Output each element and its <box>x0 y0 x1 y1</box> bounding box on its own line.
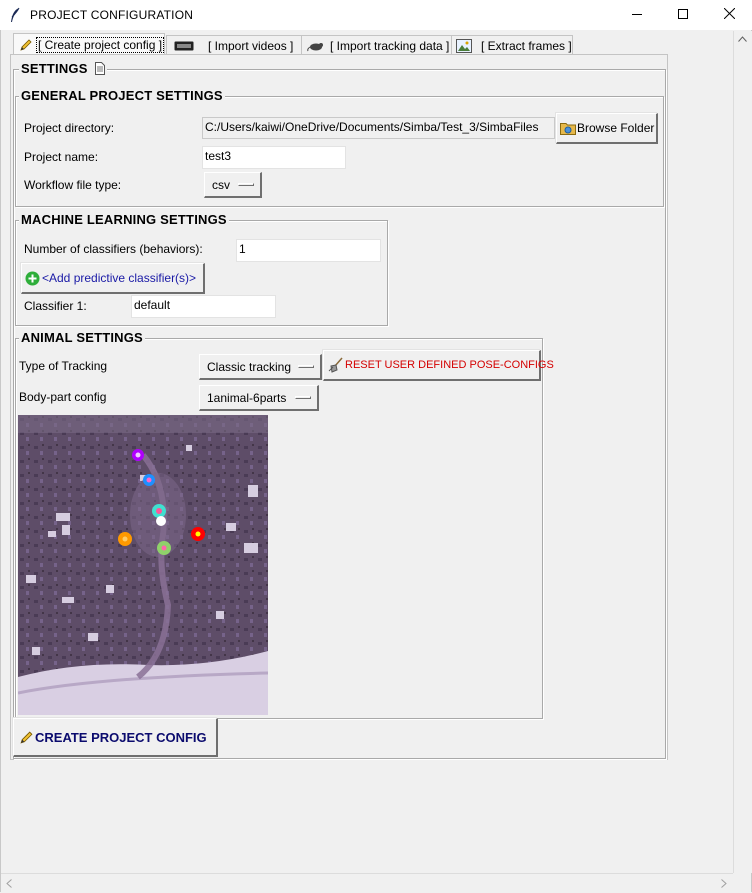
workflow-file-type-value: csv <box>212 177 230 192</box>
vertical-scrollbar[interactable] <box>733 31 752 873</box>
scroll-corner <box>733 873 751 891</box>
horizontal-scrollbar[interactable] <box>1 873 733 892</box>
browse-folder-button[interactable]: Browse Folder <box>556 113 658 144</box>
close-button[interactable] <box>706 0 752 30</box>
mouse-icon <box>307 40 325 52</box>
title-bar: PROJECT CONFIGURATION <box>0 0 752 30</box>
project-directory-label: Project directory: <box>24 121 115 135</box>
project-name-label: Project name: <box>24 150 99 164</box>
tab-import-videos[interactable]: [ Import videos ] <box>166 35 302 55</box>
add-classifier-button[interactable]: <Add predictive classifier(s)> <box>21 263 205 294</box>
pose-preview-image <box>18 415 268 715</box>
body-part-config-dropdown[interactable]: 1animal-6parts <box>199 385 319 411</box>
tab-extract-frames[interactable]: [ Extract frames ] <box>451 35 573 55</box>
reset-pose-configs-button[interactable]: RESET USER DEFINED POSE-CONFIGS <box>323 350 554 381</box>
body-part-config-label: Body-part config <box>19 390 107 404</box>
minimize-icon <box>632 8 642 22</box>
project-name-input[interactable]: test3 <box>202 146 346 169</box>
tracking-type-value: Classic tracking <box>207 359 292 374</box>
ml-settings-title: MACHINE LEARNING SETTINGS <box>19 212 229 227</box>
scroll-right-icon[interactable] <box>721 879 727 891</box>
tab-create-project-config[interactable]: [ Create project config ] <box>13 33 165 55</box>
pencil-icon <box>19 38 33 52</box>
reset-pose-configs-label: RESET USER DEFINED POSE-CONFIGS <box>345 359 554 371</box>
tracking-type-label: Type of Tracking <box>19 359 108 373</box>
animal-settings-title: ANIMAL SETTINGS <box>19 330 145 345</box>
num-classifiers-input[interactable]: 1 <box>236 239 381 262</box>
tab-label: [ Import tracking data ] <box>330 38 450 53</box>
document-icon <box>95 62 106 78</box>
classifier-1-label: Classifier 1: <box>24 299 87 313</box>
settings-title-text: SETTINGS <box>21 61 88 76</box>
workflow-file-type-label: Workflow file type: <box>24 178 122 192</box>
create-project-config-button[interactable]: CREATE PROJECT CONFIG <box>13 718 218 757</box>
feather-icon <box>9 7 21 26</box>
workflow-file-type-dropdown[interactable]: csv <box>204 172 262 198</box>
maximize-button[interactable] <box>660 0 706 30</box>
add-classifier-label: <Add predictive classifier(s)> <box>42 271 197 285</box>
window-title: PROJECT CONFIGURATION <box>30 8 194 22</box>
folder-icon <box>560 121 576 135</box>
scroll-left-icon[interactable] <box>6 879 12 891</box>
tracking-type-dropdown[interactable]: Classic tracking <box>199 354 322 380</box>
close-icon <box>723 7 735 22</box>
tab-label: [ Import videos ] <box>208 38 294 53</box>
tab-label: [ Create project config ] <box>36 36 165 53</box>
video-icon <box>174 40 194 52</box>
num-classifiers-label: Number of classifiers (behaviors): <box>24 242 203 256</box>
project-directory-field[interactable]: C:/Users/kaiwi/OneDrive/Documents/Simba/… <box>202 117 555 139</box>
settings-group-title: SETTINGS <box>19 61 108 78</box>
create-project-config-label: CREATE PROJECT CONFIG <box>35 729 207 745</box>
dropdown-indicator-icon <box>238 183 254 186</box>
minimize-button[interactable] <box>614 0 660 30</box>
maximize-icon <box>678 8 688 22</box>
pencil-icon <box>19 730 34 745</box>
image-icon <box>456 38 472 53</box>
tab-import-tracking-data[interactable]: [ Import tracking data ] <box>301 35 452 55</box>
broom-icon <box>328 357 344 373</box>
body-part-config-value: 1animal-6parts <box>207 390 287 405</box>
scroll-up-icon[interactable] <box>738 34 747 45</box>
general-settings-title: GENERAL PROJECT SETTINGS <box>19 88 225 103</box>
classifier-1-input[interactable]: default <box>131 295 276 318</box>
browse-folder-label: Browse Folder <box>577 121 655 135</box>
dropdown-indicator-icon <box>295 396 311 399</box>
plus-circle-icon <box>25 271 40 286</box>
tab-label: [ Extract frames ] <box>481 38 572 53</box>
dropdown-indicator-icon <box>298 365 314 368</box>
